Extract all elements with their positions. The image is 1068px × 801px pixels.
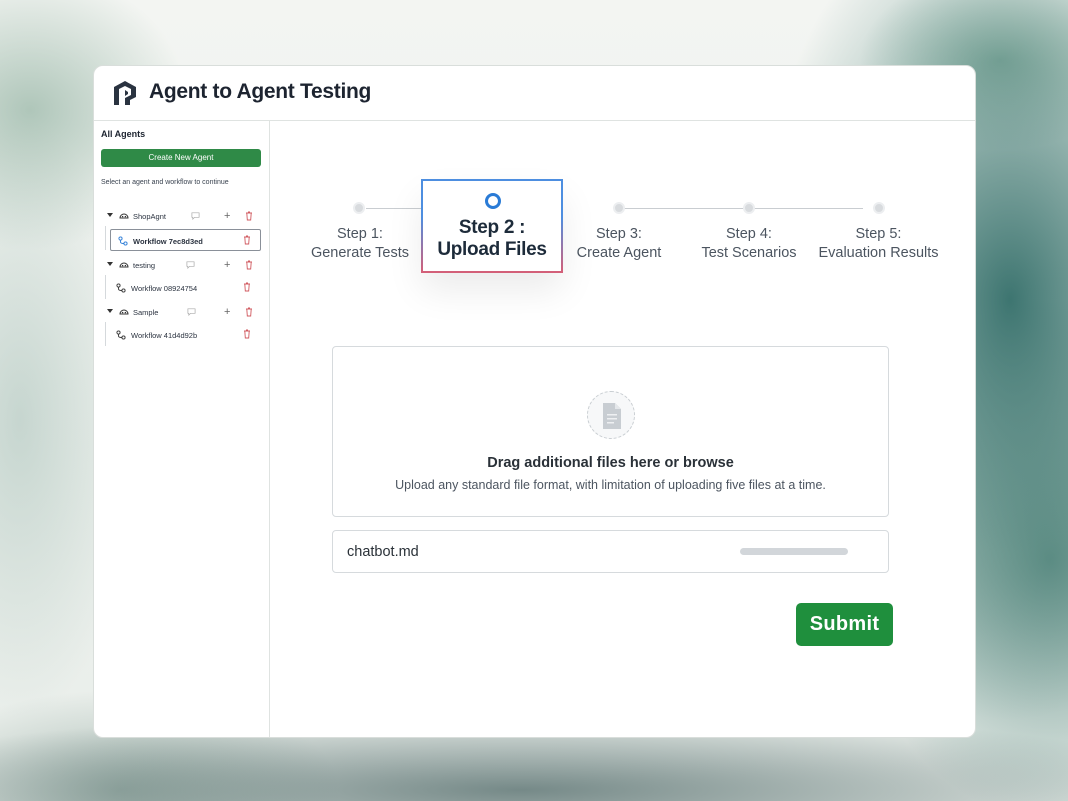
tree-connector <box>105 226 106 250</box>
add-workflow-icon[interactable]: + <box>224 209 230 223</box>
workflow-row-selected[interactable]: Workflow 7ec8d3ed <box>110 229 261 251</box>
step-4-subtitle: Test Scenarios <box>701 245 797 261</box>
workflow-name: Workflow 41d4d92b <box>131 331 198 340</box>
chat-icon[interactable] <box>187 307 196 316</box>
tree-connector <box>105 322 106 346</box>
step-1-dot[interactable] <box>353 202 365 214</box>
chat-icon[interactable] <box>186 260 195 269</box>
document-icon <box>603 403 621 429</box>
step-4-title: Step 4: <box>726 226 772 242</box>
trash-icon[interactable] <box>245 307 253 317</box>
trash-icon[interactable] <box>245 260 253 270</box>
bot-icon <box>119 309 129 315</box>
upload-progress-bar <box>740 548 848 555</box>
step-2-dot <box>485 193 501 209</box>
agents-sidebar: All Agents Create New Agent Select an ag… <box>94 121 270 737</box>
bot-icon <box>119 262 129 268</box>
upload-file-circle <box>587 391 635 439</box>
upload-progress-fill <box>740 548 848 555</box>
add-workflow-icon[interactable]: + <box>224 258 230 272</box>
dropzone-title[interactable]: Drag additional files here or browse <box>333 455 888 471</box>
app-title: Agent to Agent Testing <box>149 80 372 103</box>
step-1-title: Step 1: <box>337 226 383 242</box>
tree-connector <box>105 275 106 299</box>
workflow-icon <box>118 236 128 246</box>
workflow-name: Workflow 7ec8d3ed <box>133 237 203 246</box>
caret-down-icon[interactable] <box>107 213 113 217</box>
stepper-line <box>617 208 863 209</box>
create-agent-button[interactable]: Create New Agent <box>101 149 261 167</box>
step-1-subtitle: Generate Tests <box>310 245 410 261</box>
sidebar-hint: Select an agent and workflow to continue <box>101 179 229 186</box>
sidebar-title: All Agents <box>101 129 146 139</box>
agent-row-sample[interactable]: Sample + <box>94 305 270 321</box>
trash-icon[interactable] <box>245 211 253 221</box>
bot-icon <box>119 213 129 219</box>
step-5-subtitle: Evaluation Results <box>818 245 939 261</box>
trash-icon[interactable] <box>243 329 251 339</box>
caret-down-icon[interactable] <box>107 309 113 313</box>
file-dropzone[interactable]: Drag additional files here or browse Upl… <box>332 346 889 517</box>
step-4-label[interactable]: Step 4: Test Scenarios <box>679 225 819 263</box>
app-logo-icon <box>114 81 136 105</box>
chat-icon[interactable] <box>191 211 200 220</box>
agent-name: Sample <box>133 308 159 317</box>
step-2-active-card[interactable]: Step 2 : Upload Files <box>421 179 563 273</box>
workflow-icon <box>116 283 126 293</box>
step-3-title: Step 3: <box>596 226 642 242</box>
add-workflow-icon[interactable]: + <box>224 305 230 319</box>
step-2-subtitle: Upload Files <box>437 239 547 260</box>
step-5-title: Step 5: <box>855 226 902 242</box>
app-window: Agent to Agent Testing All Agents Create… <box>93 65 976 738</box>
step-5-dot[interactable] <box>873 202 885 214</box>
workflow-icon <box>116 330 126 340</box>
agent-name: ShopAgnt <box>133 212 166 221</box>
file-name: chatbot.md <box>347 544 419 560</box>
dropzone-subtitle: Upload any standard file format, with li… <box>395 478 826 492</box>
trash-icon[interactable] <box>243 282 251 292</box>
step-1-label[interactable]: Step 1: Generate Tests <box>290 225 430 263</box>
workflow-row[interactable]: Workflow 41d4d92b <box>110 324 261 346</box>
step-2-label: Step 2 : Upload Files <box>423 217 561 261</box>
submit-button[interactable]: Submit <box>796 603 893 646</box>
workflow-row[interactable]: Workflow 08924754 <box>110 277 261 299</box>
workflow-name: Workflow 08924754 <box>131 284 198 293</box>
app-header: Agent to Agent Testing <box>94 66 975 121</box>
agent-row-shopagnt[interactable]: ShopAgnt + <box>94 209 270 225</box>
step-3-dot[interactable] <box>613 202 625 214</box>
uploaded-file-row: chatbot.md <box>332 530 889 573</box>
main-panel: Step 1: Generate Tests Step 3: Create Ag… <box>271 121 975 737</box>
trash-icon[interactable] <box>243 235 251 245</box>
step-3-label[interactable]: Step 3: Create Agent <box>549 225 689 263</box>
agent-name: testing <box>133 261 156 270</box>
step-3-subtitle: Create Agent <box>576 245 662 261</box>
step-4-dot[interactable] <box>743 202 755 214</box>
caret-down-icon[interactable] <box>107 262 113 266</box>
agent-row-testing[interactable]: testing + <box>94 258 270 274</box>
step-2-title: Step 2 : <box>458 217 526 238</box>
step-5-label[interactable]: Step 5: Evaluation Results <box>801 225 956 263</box>
